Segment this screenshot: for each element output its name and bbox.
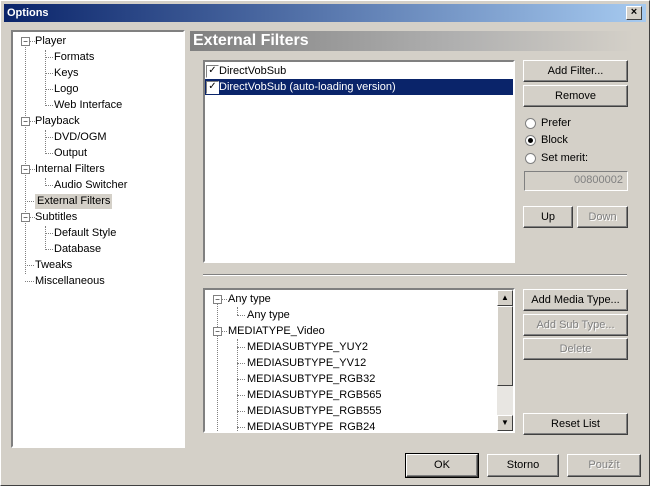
scroll-up-icon[interactable]: ▲ bbox=[497, 290, 513, 306]
filter-checkbox[interactable]: ✓ bbox=[206, 81, 219, 94]
tree-item-player[interactable]: Player bbox=[35, 34, 66, 49]
collapse-subtitles-icon[interactable]: − bbox=[21, 213, 30, 222]
collapse-any-type-icon[interactable]: − bbox=[213, 295, 222, 304]
tree-item-audio-switcher[interactable]: Audio Switcher bbox=[54, 178, 127, 193]
divider bbox=[203, 274, 627, 276]
tree-item-miscellaneous[interactable]: Miscellaneous bbox=[35, 274, 105, 289]
tree-item-default-style[interactable]: Default Style bbox=[54, 226, 116, 241]
collapse-mediatype-video-icon[interactable]: − bbox=[213, 327, 222, 336]
collapse-playback-icon[interactable]: − bbox=[21, 117, 30, 126]
tree-item-database[interactable]: Database bbox=[54, 242, 101, 257]
scroll-thumb[interactable] bbox=[497, 306, 513, 386]
add-sub-type-button[interactable]: Add Sub Type... bbox=[523, 314, 628, 336]
filter-item[interactable]: ✓ DirectVobSub bbox=[205, 63, 513, 79]
collapse-player-icon[interactable]: − bbox=[21, 37, 30, 46]
down-button[interactable]: Down bbox=[577, 206, 628, 228]
delete-button[interactable]: Delete bbox=[523, 338, 628, 360]
block-label: Block bbox=[541, 134, 568, 146]
ok-button[interactable]: OK bbox=[405, 453, 479, 478]
tree-item-external-filters[interactable]: External Filters bbox=[35, 194, 113, 209]
tree-item-formats[interactable]: Formats bbox=[54, 50, 94, 65]
filter-label: DirectVobSub (auto-loading version) bbox=[219, 81, 396, 93]
apply-button[interactable]: Použít bbox=[567, 454, 641, 477]
options-dialog: Options × − Player Formats Keys Logo Web… bbox=[0, 0, 650, 486]
tree-item-web-interface[interactable]: Web Interface bbox=[54, 98, 122, 113]
window-title: Options bbox=[7, 7, 49, 19]
collapse-internal-filters-icon[interactable]: − bbox=[21, 165, 30, 174]
tree-item-internal-filters[interactable]: Internal Filters bbox=[35, 162, 105, 177]
filters-list: ✓ DirectVobSub ✓ DirectVobSub (auto-load… bbox=[203, 60, 515, 263]
page-title: External Filters bbox=[193, 32, 309, 49]
tree-item-keys[interactable]: Keys bbox=[54, 66, 78, 81]
options-tree: − Player Formats Keys Logo Web Interface… bbox=[11, 30, 185, 448]
types-scrollbar[interactable]: ▲ ▼ bbox=[497, 290, 513, 431]
subtype-item-rgb565[interactable]: MEDIASUBTYPE_RGB565 bbox=[247, 388, 382, 403]
subtype-item-yv12[interactable]: MEDIASUBTYPE_YV12 bbox=[247, 356, 366, 371]
tree-item-playback[interactable]: Playback bbox=[35, 114, 80, 129]
set-merit-radio[interactable] bbox=[525, 153, 536, 164]
scroll-down-icon[interactable]: ▼ bbox=[497, 415, 513, 431]
block-radio[interactable] bbox=[525, 135, 536, 146]
add-media-type-button[interactable]: Add Media Type... bbox=[523, 289, 628, 311]
close-icon[interactable]: × bbox=[626, 6, 642, 20]
type-item-mediatype-video[interactable]: MEDIATYPE_Video bbox=[228, 324, 325, 339]
merit-input[interactable]: 00800002 bbox=[524, 171, 628, 191]
tree-item-subtitles[interactable]: Subtitles bbox=[35, 210, 77, 225]
type-item-any-type[interactable]: Any type bbox=[228, 292, 271, 307]
filter-checkbox[interactable]: ✓ bbox=[206, 65, 219, 78]
media-types-tree: − Any type Any type − MEDIATYPE_Video ME… bbox=[203, 288, 515, 433]
subtype-item-rgb555[interactable]: MEDIASUBTYPE_RGB555 bbox=[247, 404, 382, 419]
filter-item-selected[interactable]: ✓ DirectVobSub (auto-loading version) bbox=[205, 79, 513, 95]
subtype-item-rgb32[interactable]: MEDIASUBTYPE_RGB32 bbox=[247, 372, 375, 387]
reset-list-button[interactable]: Reset List bbox=[523, 413, 628, 435]
add-filter-button[interactable]: Add Filter... bbox=[523, 60, 628, 82]
tree-item-output[interactable]: Output bbox=[54, 146, 87, 161]
up-button[interactable]: Up bbox=[523, 206, 573, 228]
subtype-item-yuy2[interactable]: MEDIASUBTYPE_YUY2 bbox=[247, 340, 368, 355]
tree-item-tweaks[interactable]: Tweaks bbox=[35, 258, 72, 273]
filter-label: DirectVobSub bbox=[219, 65, 287, 77]
cancel-button[interactable]: Storno bbox=[487, 454, 559, 477]
title-bar: Options × bbox=[4, 4, 646, 22]
tree-item-logo[interactable]: Logo bbox=[54, 82, 78, 97]
tree-item-dvd-ogm[interactable]: DVD/OGM bbox=[54, 130, 107, 145]
prefer-label: Prefer bbox=[541, 117, 571, 129]
subtype-item-any-type[interactable]: Any type bbox=[247, 308, 290, 323]
page-header: External Filters bbox=[190, 31, 634, 51]
subtype-item-rgb24[interactable]: MEDIASUBTYPE_RGB24 bbox=[247, 420, 375, 431]
set-merit-label: Set merit: bbox=[541, 152, 589, 164]
prefer-radio[interactable] bbox=[525, 118, 536, 129]
remove-button[interactable]: Remove bbox=[523, 85, 628, 107]
